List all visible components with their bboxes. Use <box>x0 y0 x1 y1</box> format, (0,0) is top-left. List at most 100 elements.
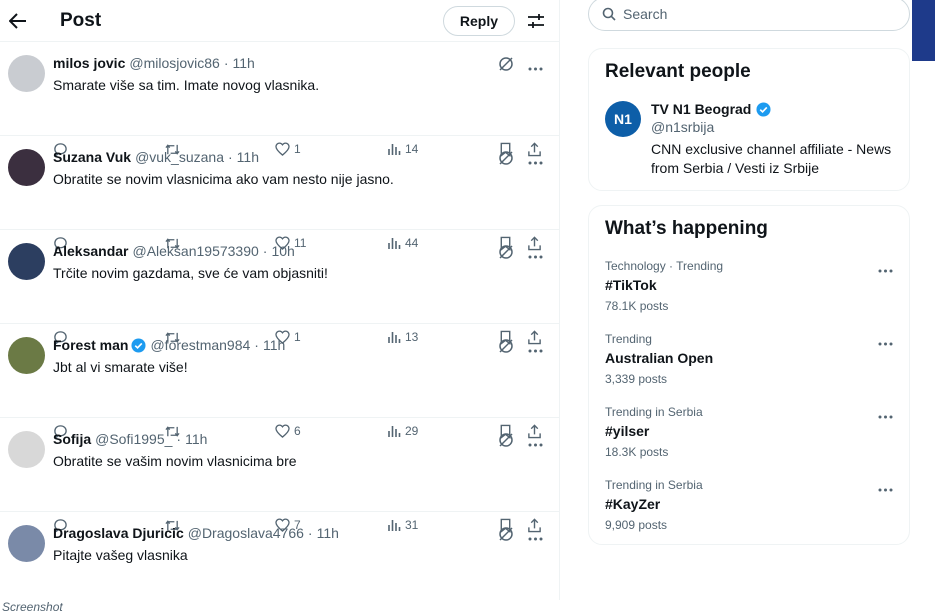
trend-item[interactable]: Technology · Trending #TikTok 78.1K post… <box>605 250 893 323</box>
trend-item[interactable]: Trending in Serbia #KayZer 9,909 posts <box>605 469 893 542</box>
grok-icon[interactable] <box>498 244 514 265</box>
more-options-icon[interactable] <box>878 479 893 497</box>
person-bio: CNN exclusive channel affiliate - News f… <box>651 141 892 176</box>
more-options-icon[interactable] <box>528 246 543 264</box>
trend-name: #KayZer <box>605 496 661 512</box>
tweet-text: Trčite novim gazdama, sve će vam objasni… <box>53 265 328 281</box>
reply-tweet[interactable]: Forest man @forestman984 · 11h Jbt al vi… <box>0 324 559 439</box>
reply-tweet[interactable]: Aleksandar @Aleksan19573390 · 10h Trčite… <box>0 230 559 345</box>
more-options-icon[interactable] <box>528 434 543 452</box>
trend-item[interactable]: Trending in Serbia #yilser 18.3K posts <box>605 396 893 469</box>
person-name[interactable]: TV N1 Beograd <box>651 101 893 117</box>
conversation-column: Post Reply milos jovic @milosjovic86 · 1… <box>0 0 560 600</box>
tweet-text: Obratite se novim vlasnicima ako vam nes… <box>53 171 394 187</box>
page-title: Post <box>60 9 102 31</box>
person-name-text: TV N1 Beograd <box>651 101 752 117</box>
tweet-text: Jbt al vi smarate više! <box>53 359 188 375</box>
trend-post-count: 18.3K posts <box>605 445 669 459</box>
author-handle[interactable]: @forestman984 <box>150 337 250 353</box>
reply-tweet[interactable]: milos jovic @milosjovic86 · 11h Smarate … <box>0 42 559 157</box>
screenshot-caption: Screenshot <box>2 600 63 614</box>
author-name[interactable]: Sofija <box>53 431 91 447</box>
author-name[interactable]: milos jovic <box>53 55 125 71</box>
author-handle[interactable]: @Dragoslava4766 <box>188 525 304 541</box>
reply-tweet[interactable]: Dragoslava Djuricic @Dragoslava4766 · 11… <box>0 512 559 600</box>
avatar[interactable] <box>8 243 45 280</box>
tweet-text: Obratite se vašim novim vlasnicima bre <box>53 453 297 469</box>
tweet-time[interactable]: 11h <box>233 55 255 71</box>
tweet-time[interactable]: 11h <box>237 149 259 165</box>
grok-icon[interactable] <box>498 150 514 171</box>
trend-post-count: 3,339 posts <box>605 372 668 386</box>
trend-item[interactable]: Trending Australian Open 3,339 posts <box>605 323 893 396</box>
whats-happening-heading: What’s happening <box>605 218 768 239</box>
trend-meta: Trending in Serbia <box>605 478 703 492</box>
search-placeholder: Search <box>623 6 668 22</box>
whats-happening-card: What’s happening Technology · Trending #… <box>588 205 910 545</box>
author-handle[interactable]: @Sofi1995_ <box>95 431 172 447</box>
relevant-people-heading: Relevant people <box>605 61 751 82</box>
search-icon <box>602 7 616 21</box>
more-options-icon[interactable] <box>878 260 893 278</box>
reply-tweet[interactable]: Suzana Vuk @vuk_suzana · 11h Obratite se… <box>0 136 559 251</box>
tweet-text: Smarate više sa tim. Imate novog vlasnik… <box>53 77 320 93</box>
author-handle[interactable]: @milosjovic86 <box>129 55 219 71</box>
author-handle[interactable]: @vuk_suzana <box>135 149 224 165</box>
separator-dot: · <box>223 55 229 71</box>
tweet-time[interactable]: 10h <box>271 243 294 259</box>
trend-post-count: 78.1K posts <box>605 299 669 313</box>
avatar[interactable] <box>8 525 45 562</box>
sliders-icon[interactable] <box>525 10 547 32</box>
edge-blue-block <box>912 0 935 61</box>
top-bar: Post Reply <box>0 0 559 42</box>
verified-badge-icon <box>756 101 771 117</box>
tweet-time[interactable]: 11h <box>185 431 207 447</box>
grok-icon[interactable] <box>498 526 514 547</box>
avatar[interactable] <box>8 337 45 374</box>
trend-name: Australian Open <box>605 350 714 366</box>
author-name[interactable]: Suzana Vuk <box>53 149 131 165</box>
grok-icon[interactable] <box>498 432 514 453</box>
grok-icon[interactable] <box>498 56 514 77</box>
trend-meta: Trending in Serbia <box>605 405 703 419</box>
sidebar: Search Relevant people N1 TV N1 Beograd … <box>588 0 910 545</box>
tweet-time[interactable]: 11h <box>317 525 339 541</box>
verified-badge-icon <box>131 337 146 353</box>
more-options-icon[interactable] <box>528 152 543 170</box>
avatar[interactable] <box>8 431 45 468</box>
tweet-header: Dragoslava Djuricic @Dragoslava4766 · 11… <box>53 525 545 541</box>
more-options-icon[interactable] <box>878 406 893 424</box>
separator-dot: · <box>254 337 259 353</box>
page: { "header": {"title": "Post", "reply_lab… <box>0 0 935 615</box>
tweet-text: Pitajte vašeg vlasnika <box>53 547 188 563</box>
tweet-header: Suzana Vuk @vuk_suzana · 11h <box>53 149 545 165</box>
trend-name: #TikTok <box>605 277 657 293</box>
more-options-icon[interactable] <box>878 333 893 351</box>
trend-meta: Trending <box>605 332 652 346</box>
tweet-header: Sofija @Sofi1995_ · 11h <box>53 431 545 447</box>
more-options-icon[interactable] <box>528 58 543 76</box>
trend-name: #yilser <box>605 423 650 439</box>
separator-dot: · <box>228 149 233 165</box>
author-name[interactable]: Forest man <box>53 337 128 353</box>
reply-list: milos jovic @milosjovic86 · 11h Smarate … <box>0 42 559 600</box>
avatar[interactable] <box>8 149 45 186</box>
reply-tweet[interactable]: Sofija @Sofi1995_ · 11h Obratite se vaši… <box>0 418 559 533</box>
author-handle[interactable]: @Aleksan19573390 <box>132 243 258 259</box>
back-arrow-icon[interactable] <box>8 11 28 31</box>
more-options-icon[interactable] <box>528 528 543 546</box>
avatar[interactable] <box>8 55 45 92</box>
reply-button[interactable]: Reply <box>442 5 515 36</box>
n1-logo-avatar[interactable]: N1 <box>605 101 641 137</box>
more-options-icon[interactable] <box>528 340 543 358</box>
tweet-header: Aleksandar @Aleksan19573390 · 10h <box>53 243 545 259</box>
relevant-person[interactable]: N1 TV N1 Beograd @n1srbija CNN exclusive… <box>605 101 893 178</box>
tweet-time[interactable]: 11h <box>263 337 285 353</box>
tweet-header: milos jovic @milosjovic86 · 11h <box>53 55 545 71</box>
grok-icon[interactable] <box>498 338 514 359</box>
trend-list: Technology · Trending #TikTok 78.1K post… <box>605 250 893 542</box>
author-name[interactable]: Dragoslava Djuricic <box>53 525 184 541</box>
author-name[interactable]: Aleksandar <box>53 243 128 259</box>
tweet-header: Forest man @forestman984 · 11h <box>53 337 545 353</box>
search-input[interactable]: Search <box>588 0 910 31</box>
